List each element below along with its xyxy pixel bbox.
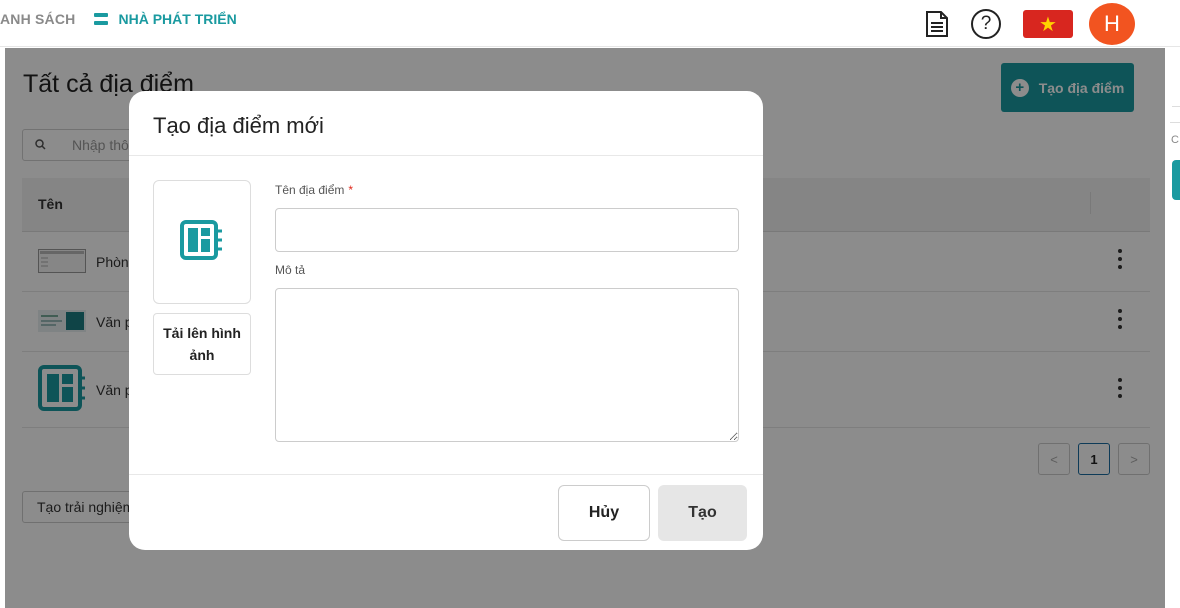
place-name-label: Tên địa điểm * — [275, 183, 353, 197]
modal-title: Tạo địa điểm mới — [153, 113, 324, 138]
help-icon[interactable]: ? — [971, 9, 1001, 39]
right-edge-text: C — [1171, 134, 1179, 146]
right-edge-button[interactable] — [1172, 160, 1180, 200]
right-edge-divider — [1170, 122, 1180, 123]
image-preview — [153, 180, 251, 304]
modal-header-divider — [129, 155, 763, 156]
modal-footer-divider — [129, 474, 763, 475]
upload-image-button[interactable]: Tải lên hình ảnh — [153, 313, 251, 375]
cancel-button[interactable]: Hủy — [558, 485, 650, 541]
right-edge-divider — [1172, 106, 1180, 107]
top-actions: ? ★ H — [922, 3, 1135, 45]
top-bar: ANH SÁCH NHÀ PHÁT TRIỂN ? ★ H — [0, 0, 1180, 47]
description-textarea[interactable] — [275, 288, 739, 442]
create-button[interactable]: Tạo — [658, 485, 747, 541]
required-marker: * — [348, 183, 354, 197]
description-label: Mô tả — [275, 263, 306, 277]
nav-developer-tab[interactable]: NHÀ PHÁT TRIỂN — [93, 11, 237, 27]
top-nav: ANH SÁCH NHÀ PHÁT TRIỂN — [0, 11, 237, 27]
place-name-input[interactable] — [275, 208, 739, 252]
nav-developer-label: NHÀ PHÁT TRIỂN — [118, 11, 237, 27]
avatar[interactable]: H — [1089, 3, 1135, 45]
list-icon — [93, 13, 108, 25]
vietnam-flag-icon[interactable]: ★ — [1023, 10, 1073, 38]
nav-list-tab[interactable]: ANH SÁCH — [0, 11, 76, 27]
document-icon[interactable] — [922, 9, 952, 39]
create-place-modal: Tạo địa điểm mới Tải lên hình ảnh Tên đị… — [129, 91, 763, 550]
layout-icon — [180, 219, 224, 265]
place-name-label-text: Tên địa điểm — [275, 183, 345, 197]
